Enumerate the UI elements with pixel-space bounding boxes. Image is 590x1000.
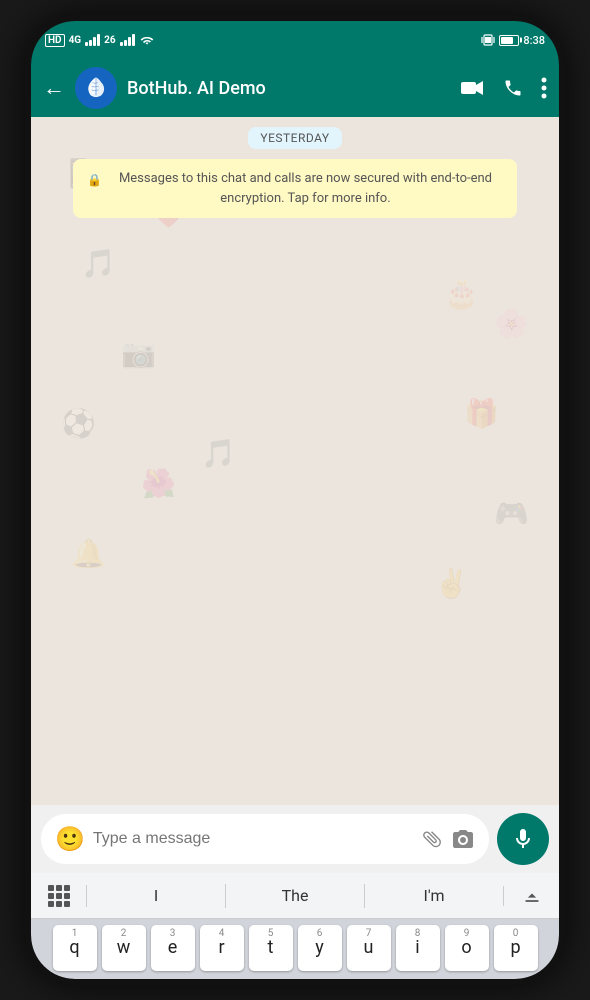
keyboard: I The I'm 1 q	[31, 873, 559, 979]
signal-4g: 4G	[69, 35, 82, 46]
back-button[interactable]: ←	[43, 75, 65, 101]
key-e[interactable]: 3 e	[151, 925, 195, 971]
emoji-button[interactable]: 🙂	[55, 825, 85, 853]
header-actions	[461, 77, 547, 99]
message-input-box[interactable]: 🙂	[41, 814, 489, 864]
camera-button[interactable]	[451, 828, 475, 850]
key-letter-r: r	[218, 939, 224, 957]
suggestion-i[interactable]: I	[87, 878, 225, 913]
chat-area: 📱 ❤️ 🐶 🎵 🎂 📷 🌸 ⚽ 🎁 🌺 🎮 🔔 ✌️ 💻 🎵 YESTERDA…	[31, 117, 559, 805]
keyboard-grid-button[interactable]	[31, 885, 87, 907]
date-badge: YESTERDAY	[248, 127, 341, 149]
status-left: HD 4G 26	[45, 34, 155, 47]
suggestion-the[interactable]: The	[226, 878, 364, 913]
keyboard-suggestions: I The I'm	[31, 873, 559, 919]
key-num-0: 0	[513, 928, 519, 939]
key-num-9: 9	[464, 928, 470, 939]
chat-header: ← BotHub. AI Demo	[31, 59, 559, 117]
key-p[interactable]: 0 p	[494, 925, 538, 971]
status-right: 8:38	[481, 33, 545, 47]
contact-name[interactable]: BotHub. AI Demo	[127, 78, 451, 99]
keyboard-collapse-button[interactable]	[503, 886, 559, 906]
time-display: 8:38	[523, 34, 545, 47]
key-r[interactable]: 4 r	[200, 925, 244, 971]
message-text-input[interactable]	[93, 830, 413, 848]
key-letter-e: e	[168, 939, 178, 957]
key-letter-t: t	[268, 939, 274, 957]
key-num-8: 8	[415, 928, 421, 939]
key-num-6: 6	[317, 928, 323, 939]
contact-avatar[interactable]	[75, 67, 117, 109]
carrier-26: 26	[104, 35, 115, 46]
mic-button[interactable]	[497, 813, 549, 865]
key-letter-q: q	[69, 939, 79, 957]
lock-icon: 🔒	[87, 171, 102, 189]
key-letter-u: u	[364, 939, 374, 957]
key-num-5: 5	[268, 928, 274, 939]
suggestion-im[interactable]: I'm	[365, 878, 503, 913]
key-letter-w: w	[117, 939, 131, 957]
vibrate-icon	[481, 33, 495, 47]
signal-bars-1	[85, 34, 100, 46]
key-i[interactable]: 8 i	[396, 925, 440, 971]
phone-frame: HD 4G 26	[25, 15, 565, 985]
message-input-area: 🙂	[31, 805, 559, 873]
key-t[interactable]: 5 t	[249, 925, 293, 971]
encryption-text: Messages to this chat and calls are now …	[108, 169, 503, 208]
signal-bars-2	[120, 34, 135, 46]
key-u[interactable]: 7 u	[347, 925, 391, 971]
key-letter-o: o	[461, 939, 471, 957]
key-o[interactable]: 9 o	[445, 925, 489, 971]
key-w[interactable]: 2 w	[102, 925, 146, 971]
key-num-7: 7	[366, 928, 372, 939]
encryption-notice[interactable]: 🔒 Messages to this chat and calls are no…	[73, 159, 517, 218]
chat-messages: YESTERDAY 🔒 Messages to this chat and ca…	[31, 117, 559, 228]
video-call-button[interactable]	[461, 79, 485, 97]
key-letter-p: p	[510, 939, 520, 957]
key-letter-y: y	[315, 939, 324, 957]
call-button[interactable]	[503, 78, 523, 98]
key-num-4: 4	[219, 928, 225, 939]
status-bar: HD 4G 26	[31, 21, 559, 59]
battery-icon	[499, 35, 519, 46]
keyboard-rows: 1 q 2 w 3 e 4 r	[31, 919, 559, 979]
key-num-2: 2	[121, 928, 127, 939]
hd-indicator: HD	[45, 34, 65, 47]
more-options-button[interactable]	[541, 77, 547, 99]
key-q[interactable]: 1 q	[53, 925, 97, 971]
mic-icon	[511, 827, 535, 851]
attach-button[interactable]	[416, 823, 447, 854]
wifi-icon	[139, 34, 155, 46]
key-y[interactable]: 6 y	[298, 925, 342, 971]
key-letter-i: i	[415, 939, 419, 957]
phone-screen: HD 4G 26	[31, 21, 559, 979]
key-num-1: 1	[72, 928, 78, 939]
key-num-3: 3	[170, 928, 176, 939]
key-row-1: 1 q 2 w 3 e 4 r	[35, 925, 555, 971]
